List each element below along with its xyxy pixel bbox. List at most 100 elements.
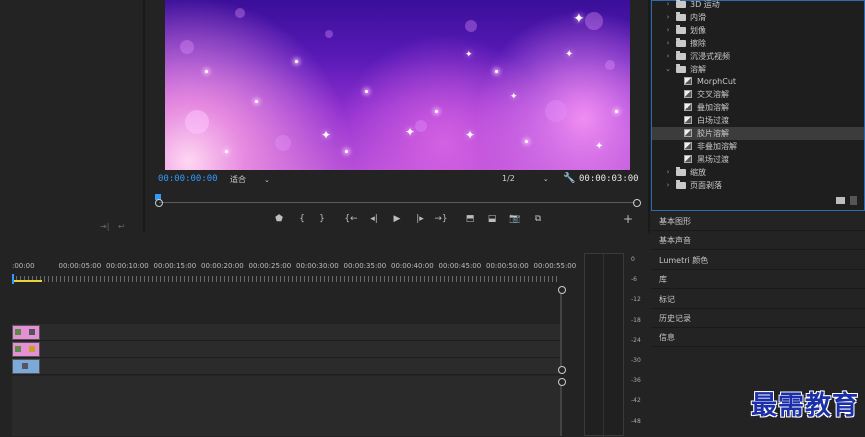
effects-folder[interactable]: › 擦除: [652, 37, 864, 50]
effect-item[interactable]: 胶片溶解: [652, 127, 864, 140]
folder-label: 划像: [690, 25, 706, 35]
ruler-label: 00:00:45:00: [438, 262, 482, 270]
effects-folder[interactable]: › 划像: [652, 24, 864, 37]
chevron-right-icon[interactable]: ›: [664, 11, 672, 24]
effect-item[interactable]: 黑场过渡: [652, 153, 864, 166]
import-icon[interactable]: ↩: [118, 222, 125, 231]
resolution-dropdown[interactable]: 1/2 ⌄: [502, 174, 549, 183]
meter-db-label: -48: [631, 417, 641, 425]
extract-icon[interactable]: ⬓: [485, 212, 499, 226]
step-forward-icon[interactable]: |▸: [413, 212, 427, 226]
add-marker-icon[interactable]: ⬟: [272, 212, 286, 226]
side-panel-tab[interactable]: 标记: [651, 290, 865, 309]
out-handle[interactable]: [633, 199, 641, 207]
chevron-right-icon[interactable]: ›: [664, 24, 672, 37]
chevron-right-icon[interactable]: ›: [664, 166, 672, 179]
mark-out-icon[interactable]: }: [315, 212, 329, 226]
button-editor-icon[interactable]: +: [621, 212, 635, 226]
step-back-icon[interactable]: ◂|: [367, 212, 381, 226]
resolution-label: 1/2: [502, 174, 515, 183]
audio-scroll-handle[interactable]: [558, 378, 566, 386]
wrench-icon[interactable]: 🔧: [563, 173, 575, 184]
folder-icon: [676, 11, 686, 21]
video-track-2: [12, 324, 560, 341]
effects-folder[interactable]: › 3D 运动: [652, 0, 864, 11]
effects-panel: › 3D 运动 › 内滑 › 划像 › 擦除 › 沉浸式视频 ⌄ 溶解 MorphCut 交叉溶解 叠加溶解…: [651, 0, 865, 211]
timeline-playhead[interactable]: [12, 274, 14, 284]
comparison-view-icon[interactable]: ⧉: [531, 212, 545, 226]
ruler-label: :00:00: [12, 262, 35, 270]
mark-in-icon[interactable]: {: [295, 212, 309, 226]
in-handle[interactable]: [155, 199, 163, 207]
delete-icon[interactable]: [850, 196, 857, 205]
chevron-right-icon[interactable]: ›: [664, 50, 672, 63]
audio-track-1: [12, 358, 560, 375]
ruler-label: 00:00:40:00: [391, 262, 434, 270]
ruler-label: 00:00:55:00: [533, 262, 577, 270]
video-clip-v1[interactable]: [12, 342, 40, 357]
video-track-1: [12, 341, 560, 358]
effect-item[interactable]: MorphCut: [652, 75, 864, 88]
side-panel-tab[interactable]: 信息: [651, 328, 865, 348]
video-preview: ✦ ✦ ✦ ✦ ✦ ✦ ✦ ✦: [165, 0, 630, 170]
ruler-label: 00:00:30:00: [296, 262, 339, 270]
effect-label: 胶片溶解: [697, 129, 729, 138]
time-ruler[interactable]: :00:00 00:00:05:00 00:00:10:00 00:00:15:00 0…: [12, 262, 576, 284]
duration-timecode: 00:00:03:00: [579, 174, 639, 184]
fit-dropdown-label: 适合: [230, 175, 246, 184]
effects-folder[interactable]: › 内滑: [652, 11, 864, 24]
folder-icon: [676, 24, 686, 34]
transport-controls: ⬟ { } {← ◂| ▶ |▸ →} ⬒ ⬓ 📷 ⧉ +: [145, 212, 648, 228]
ruler-label: 00:00:50:00: [486, 262, 529, 270]
meter-db-label: -36: [631, 377, 641, 385]
effects-folder[interactable]: › 缩放: [652, 166, 864, 179]
side-panel-tab[interactable]: 基本声音: [651, 231, 865, 251]
folder-icon: [676, 63, 686, 73]
work-area-bar[interactable]: [12, 280, 42, 282]
folder-label: 页面剥落: [690, 180, 722, 190]
vscroll-bottom-handle[interactable]: [558, 366, 566, 374]
lift-icon[interactable]: ⬒: [463, 212, 477, 226]
side-panel-tab[interactable]: Lumetri 颜色: [651, 251, 865, 270]
audio-meter: 0 -6 -12 -18 -24 -30 -36 -42 -48: [578, 236, 648, 437]
vertical-scrollbar[interactable]: [560, 294, 562, 366]
side-panel-tab[interactable]: 基本图形: [651, 212, 865, 231]
ruler-label: 00:00:05:00: [58, 262, 102, 270]
export-icon[interactable]: ⇥|: [100, 222, 109, 231]
play-icon[interactable]: ▶: [390, 212, 404, 226]
chevron-down-icon[interactable]: ⌄: [664, 63, 672, 76]
chevron-right-icon[interactable]: ›: [664, 37, 672, 50]
export-frame-icon[interactable]: 📷: [508, 212, 522, 226]
fit-dropdown[interactable]: 适合 ⌄: [230, 174, 270, 185]
go-to-in-icon[interactable]: {←: [344, 212, 358, 226]
clip-icon: [22, 363, 28, 369]
effects-folder[interactable]: › 页面剥落: [652, 179, 864, 192]
audio-scrollbar[interactable]: [560, 386, 562, 436]
side-panel-tab[interactable]: 库: [651, 270, 865, 290]
audio-clip-a1[interactable]: [12, 359, 40, 374]
chevron-down-icon: ⌄: [264, 176, 270, 184]
effect-item[interactable]: 交叉溶解: [652, 88, 864, 101]
transition-icon: [684, 116, 692, 125]
effect-item[interactable]: 叠加溶解: [652, 101, 864, 114]
current-timecode[interactable]: 00:00:00:00: [158, 174, 218, 184]
transition-icon: [684, 154, 692, 163]
effects-folder[interactable]: ⌄ 溶解: [652, 63, 864, 76]
video-clip-v2[interactable]: [12, 325, 40, 340]
transition-icon: [684, 103, 692, 112]
meter-db-label: 0: [631, 256, 635, 263]
chevron-right-icon[interactable]: ›: [664, 179, 672, 192]
meter-db-label: -6: [631, 276, 637, 284]
chevron-right-icon[interactable]: ›: [664, 0, 672, 11]
effect-label: 黑场过渡: [697, 154, 729, 164]
playhead-scrub-bar[interactable]: [155, 190, 641, 207]
folder-label: 内滑: [690, 12, 706, 22]
new-folder-icon[interactable]: [836, 197, 845, 204]
effects-folder[interactable]: › 沉浸式视频: [652, 50, 864, 63]
go-to-out-icon[interactable]: →}: [434, 212, 448, 226]
effect-item[interactable]: 非叠加溶解: [652, 140, 864, 153]
folder-label: 擦除: [690, 38, 706, 48]
side-panel-tab[interactable]: 历史记录: [651, 309, 865, 328]
effect-item[interactable]: 白场过渡: [652, 114, 864, 127]
vscroll-top-handle[interactable]: [558, 286, 566, 294]
